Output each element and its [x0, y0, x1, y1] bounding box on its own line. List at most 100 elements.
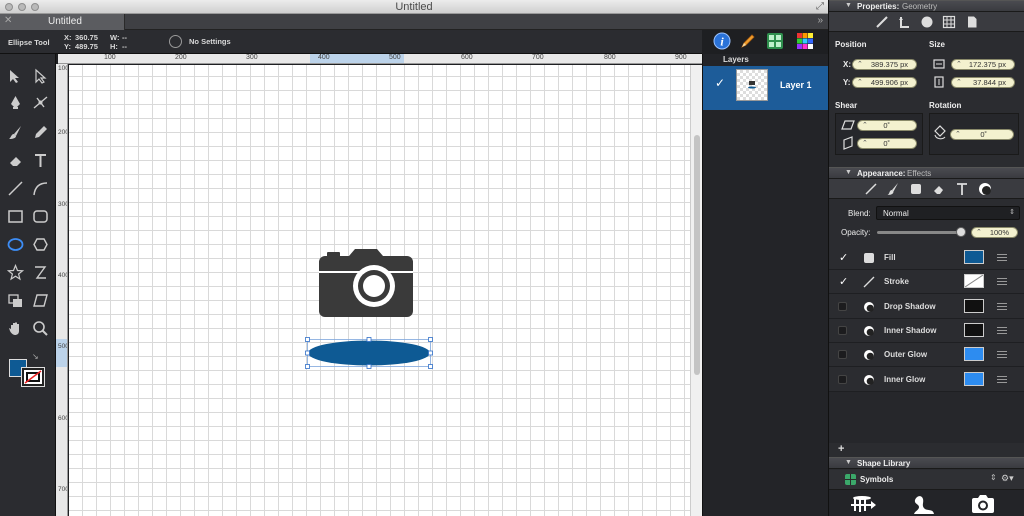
- tab-line-icon[interactable]: [864, 182, 878, 196]
- fullscreen-icon[interactable]: ⤢: [816, 1, 824, 12]
- info-icon[interactable]: i: [713, 32, 731, 50]
- effect-enabled-check[interactable]: ✓: [839, 251, 848, 264]
- effect-enabled-checkbox[interactable]: [838, 374, 847, 384]
- effect-row[interactable]: ✓ Fill: [829, 246, 1024, 270]
- effect-row[interactable]: Inner Glow: [829, 368, 1024, 392]
- node-tool-icon[interactable]: [30, 92, 50, 112]
- rectangle-tool-icon[interactable]: [5, 206, 25, 226]
- effect-row[interactable]: Outer Glow: [829, 343, 1024, 368]
- tab-document-icon[interactable]: [965, 15, 979, 29]
- hand-tool-icon[interactable]: [5, 318, 25, 338]
- effect-menu-icon[interactable]: [997, 326, 1007, 334]
- fish-skeleton-shape-icon[interactable]: [849, 495, 877, 516]
- polygon-tool-icon[interactable]: [30, 234, 50, 254]
- horizontal-ruler: 100 200 300 400 500 600 700 800 900: [58, 54, 702, 64]
- selected-ellipse-shape[interactable]: [305, 337, 433, 369]
- layer-visibility-check[interactable]: ✓: [715, 76, 725, 90]
- document-tab[interactable]: ✕ Untitled: [0, 14, 125, 30]
- effect-menu-icon[interactable]: [997, 254, 1007, 261]
- spiral-tool-icon[interactable]: [30, 262, 50, 282]
- effect-enabled-checkbox[interactable]: [838, 301, 847, 311]
- eraser-tool-icon[interactable]: [5, 150, 25, 170]
- parallelogram-tool-icon[interactable]: [30, 290, 50, 310]
- blend-mode-select[interactable]: Normal ⇕: [876, 206, 1020, 220]
- tab-grid-icon[interactable]: [942, 15, 956, 29]
- canvas-scrollbar[interactable]: [690, 65, 702, 516]
- line-tool-icon[interactable]: [5, 178, 25, 198]
- y-label: Y:: [843, 78, 851, 87]
- tab-stroke-icon[interactable]: [875, 15, 889, 29]
- tool-settings-label[interactable]: No Settings: [189, 37, 231, 46]
- tab-close-icon[interactable]: ✕: [4, 15, 12, 26]
- pen-tool-icon[interactable]: [5, 92, 25, 112]
- effect-color-swatch[interactable]: [964, 322, 984, 337]
- settings-ring-icon[interactable]: [169, 35, 182, 48]
- text-tool-icon[interactable]: [30, 150, 50, 170]
- tab-effects-icon[interactable]: [978, 182, 992, 196]
- opacity-slider-track[interactable]: [877, 231, 961, 234]
- tab-overflow-icon[interactable]: »: [817, 15, 823, 26]
- color-palette-icon[interactable]: [796, 32, 814, 50]
- tab-fill-icon[interactable]: [909, 182, 923, 196]
- zoom-tool-icon[interactable]: [30, 318, 50, 338]
- effect-color-swatch[interactable]: [964, 371, 984, 386]
- properties-header[interactable]: ▼ Properties: Geometry: [829, 0, 1024, 12]
- rotation-field[interactable]: ⌃ 0˚: [950, 129, 1014, 140]
- star-tool-icon[interactable]: [5, 262, 25, 282]
- swap-colors-icon[interactable]: ↘: [32, 352, 39, 361]
- effect-row[interactable]: Inner Shadow: [829, 319, 1024, 343]
- effect-menu-icon[interactable]: [997, 278, 1007, 286]
- effect-menu-icon[interactable]: [997, 351, 1007, 359]
- width-field[interactable]: ⌃ 172.375 px: [951, 59, 1015, 70]
- tab-brush-icon[interactable]: [886, 182, 900, 196]
- vertical-shear-field[interactable]: ⌃ 0˚: [857, 138, 917, 149]
- effect-enabled-checkbox[interactable]: [838, 350, 847, 360]
- add-effect-button[interactable]: +: [838, 443, 844, 455]
- select-arrows-icon: ⇕: [1009, 209, 1015, 216]
- height-field[interactable]: ⌃ 37.844 px: [951, 77, 1015, 88]
- camera-shape-icon[interactable]: [971, 494, 995, 514]
- ellipse-tool-icon[interactable]: [5, 234, 25, 254]
- shape-category-select[interactable]: Symbols: [860, 475, 893, 484]
- scrollbar-thumb[interactable]: [694, 135, 700, 375]
- effect-menu-icon[interactable]: [997, 375, 1007, 383]
- pencil-icon[interactable]: [739, 32, 757, 50]
- camera-shape[interactable]: [319, 248, 414, 318]
- opacity-slider-knob[interactable]: [956, 227, 966, 237]
- layer-row[interactable]: ✓ Layer 1: [703, 66, 829, 110]
- shape-library-header[interactable]: ▼ Shape Library: [829, 457, 1024, 469]
- horizontal-shear-field[interactable]: ⌃ 0˚: [857, 120, 917, 131]
- tab-eraser-icon[interactable]: [932, 182, 946, 196]
- effect-color-swatch[interactable]: [964, 298, 984, 313]
- select-tool-icon[interactable]: [5, 66, 25, 86]
- boolean-shape-tool-icon[interactable]: [5, 290, 25, 310]
- opacity-field[interactable]: ⌃ 100%: [971, 227, 1018, 238]
- appearance-header[interactable]: ▼ Appearance: Effects: [829, 167, 1024, 179]
- brush-tool-icon[interactable]: [5, 122, 25, 142]
- effect-menu-icon[interactable]: [997, 302, 1007, 310]
- category-arrows-icon[interactable]: ⇕: [990, 473, 997, 482]
- x-position-field[interactable]: ⌃ 389.375 px: [852, 59, 917, 70]
- effect-color-swatch[interactable]: [964, 250, 984, 264]
- y-position-field[interactable]: ⌃ 499.906 px: [852, 77, 917, 88]
- effect-row[interactable]: ✓ Stroke: [829, 270, 1024, 295]
- arc-tool-icon[interactable]: [30, 178, 50, 198]
- tab-text-icon[interactable]: [955, 182, 969, 196]
- drawing-canvas[interactable]: [69, 65, 690, 516]
- effect-color-swatch[interactable]: [964, 347, 984, 362]
- seal-shape-icon[interactable]: [911, 492, 935, 516]
- effect-enabled-check[interactable]: ✓: [839, 275, 848, 288]
- rounded-rectangle-tool-icon[interactable]: [30, 206, 50, 226]
- tab-shape-icon[interactable]: [920, 15, 934, 29]
- effect-enabled-checkbox[interactable]: [838, 325, 847, 335]
- properties-panel: ✕ ▼ Properties: Geometry Position Size X…: [828, 0, 1024, 516]
- effect-color-swatch[interactable]: [964, 274, 984, 289]
- effect-row[interactable]: Drop Shadow: [829, 295, 1024, 319]
- pencil-tool-icon[interactable]: [30, 122, 50, 142]
- stroke-color-well[interactable]: [21, 367, 45, 387]
- tab-geometry-icon[interactable]: [897, 15, 911, 29]
- direct-select-tool-icon[interactable]: [30, 66, 50, 86]
- grid-view-icon[interactable]: [766, 32, 784, 50]
- title-bar: Untitled ⤢: [0, 0, 828, 14]
- gear-icon[interactable]: ⚙▾: [1001, 473, 1014, 484]
